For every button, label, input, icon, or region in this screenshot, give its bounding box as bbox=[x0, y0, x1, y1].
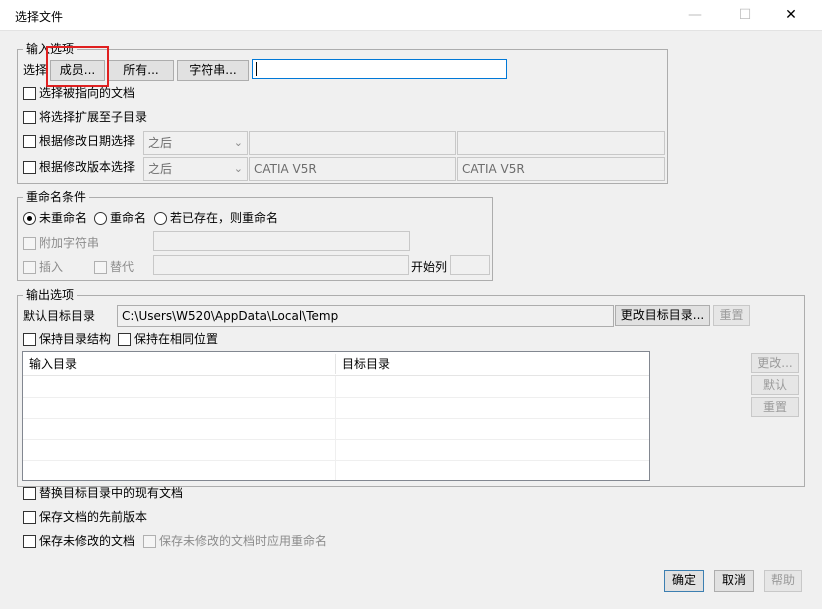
string-button[interactable]: 字符串... bbox=[177, 60, 249, 81]
keep-same-location-checkbox[interactable] bbox=[118, 333, 131, 346]
change-target-button[interactable]: 更改目标目录... bbox=[615, 305, 710, 326]
replace-existing-checkbox[interactable] bbox=[23, 487, 36, 500]
maximize-button[interactable]: ☐ bbox=[730, 4, 760, 26]
save-unmodified-label: 保存未修改的文档 bbox=[39, 534, 136, 548]
text-cursor bbox=[256, 62, 257, 76]
rename-if-exists-radio[interactable] bbox=[154, 212, 167, 225]
rename-group-label: 重命名条件 bbox=[23, 190, 90, 204]
column-divider bbox=[335, 376, 336, 480]
select-pointed-docs-label: 选择被指向的文档 bbox=[39, 86, 136, 100]
by-date-label: 根据修改日期选择 bbox=[39, 134, 136, 148]
append-string-input[interactable] bbox=[153, 231, 410, 251]
apply-rename-unmodified-label: 保存未修改的文档时应用重命名 bbox=[159, 534, 328, 548]
keep-dir-structure-checkbox[interactable] bbox=[23, 333, 36, 346]
select-pointed-docs-checkbox[interactable] bbox=[23, 87, 36, 100]
minimize-icon: — bbox=[688, 7, 702, 23]
no-rename-radio[interactable] bbox=[23, 212, 36, 225]
column-header-target-dir[interactable]: 目标目录 bbox=[335, 354, 649, 374]
maximize-icon: ☐ bbox=[738, 7, 752, 23]
by-version-field-1[interactable]: CATIA V5R bbox=[249, 157, 456, 181]
replace-input[interactable] bbox=[153, 255, 409, 275]
all-button[interactable]: 所有... bbox=[108, 60, 174, 81]
default-target-label: 默认目标目录 bbox=[23, 309, 96, 323]
replace-existing-label: 替换目标目录中的现有文档 bbox=[39, 486, 184, 500]
chevron-down-icon: ⌄ bbox=[233, 136, 243, 149]
by-date-combo[interactable]: 之后 ⌄ bbox=[143, 131, 248, 155]
column-header-input-dir[interactable]: 输入目录 bbox=[23, 354, 335, 374]
close-icon: ✕ bbox=[785, 7, 797, 23]
help-button[interactable]: 帮助 bbox=[764, 570, 802, 592]
default-target-path[interactable]: C:\Users\W520\AppData\Local\Temp bbox=[117, 305, 614, 327]
save-previous-version-checkbox[interactable] bbox=[23, 511, 36, 524]
by-date-field-2[interactable] bbox=[457, 131, 665, 155]
save-previous-version-label: 保存文档的先前版本 bbox=[39, 510, 148, 524]
keep-same-location-label: 保持在相同位置 bbox=[134, 332, 219, 346]
insert-checkbox[interactable] bbox=[23, 261, 36, 274]
rename-if-exists-label: 若已存在，则重命名 bbox=[170, 211, 279, 225]
highlight-box bbox=[46, 46, 109, 87]
replace-label: 替代 bbox=[110, 260, 135, 274]
output-options-label: 输出选项 bbox=[23, 288, 78, 302]
insert-label: 插入 bbox=[39, 260, 64, 274]
by-version-label: 根据修改版本选择 bbox=[39, 160, 136, 174]
extend-subdirs-label: 将选择扩展至子目录 bbox=[39, 110, 148, 124]
rename-radio[interactable] bbox=[94, 212, 107, 225]
string-input[interactable] bbox=[252, 59, 507, 79]
close-window-button[interactable]: ✕ bbox=[776, 4, 806, 26]
start-column-label: 开始列 bbox=[411, 260, 448, 274]
change-mapping-button[interactable]: 更改... bbox=[751, 353, 799, 373]
append-string-checkbox[interactable] bbox=[23, 237, 36, 250]
cancel-button[interactable]: 取消 bbox=[714, 570, 754, 592]
rename-label: 重命名 bbox=[110, 211, 147, 225]
window-title: 选择文件 bbox=[15, 10, 64, 24]
directory-table[interactable]: 输入目录 目标目录 bbox=[22, 351, 650, 481]
row-divider bbox=[23, 397, 649, 398]
start-column-input[interactable] bbox=[450, 255, 490, 275]
apply-rename-unmodified-checkbox[interactable] bbox=[143, 535, 156, 548]
keep-dir-structure-label: 保持目录结构 bbox=[39, 332, 112, 346]
chevron-down-icon: ⌄ bbox=[233, 162, 243, 175]
reset-mapping-button[interactable]: 重置 bbox=[751, 397, 799, 417]
by-date-combo-value: 之后 bbox=[148, 136, 173, 150]
by-version-field-2[interactable]: CATIA V5R bbox=[457, 157, 665, 181]
reset-target-button[interactable]: 重置 bbox=[713, 305, 750, 326]
row-divider bbox=[23, 460, 649, 461]
row-divider bbox=[23, 418, 649, 419]
append-string-label: 附加字符串 bbox=[39, 236, 100, 250]
save-unmodified-checkbox[interactable] bbox=[23, 535, 36, 548]
minimize-button[interactable]: — bbox=[680, 4, 710, 26]
row-divider bbox=[23, 439, 649, 440]
default-mapping-button[interactable]: 默认 bbox=[751, 375, 799, 395]
by-version-checkbox[interactable] bbox=[23, 161, 36, 174]
table-header: 输入目录 目标目录 bbox=[23, 352, 649, 376]
no-rename-label: 未重命名 bbox=[39, 211, 88, 225]
replace-checkbox[interactable] bbox=[94, 261, 107, 274]
extend-subdirs-checkbox[interactable] bbox=[23, 111, 36, 124]
ok-button[interactable]: 确定 bbox=[664, 570, 704, 592]
by-date-checkbox[interactable] bbox=[23, 135, 36, 148]
select-label: 选择 bbox=[23, 63, 48, 77]
by-date-field-1[interactable] bbox=[249, 131, 456, 155]
by-version-combo-value: 之后 bbox=[148, 162, 173, 176]
by-version-combo[interactable]: 之后 ⌄ bbox=[143, 157, 248, 181]
